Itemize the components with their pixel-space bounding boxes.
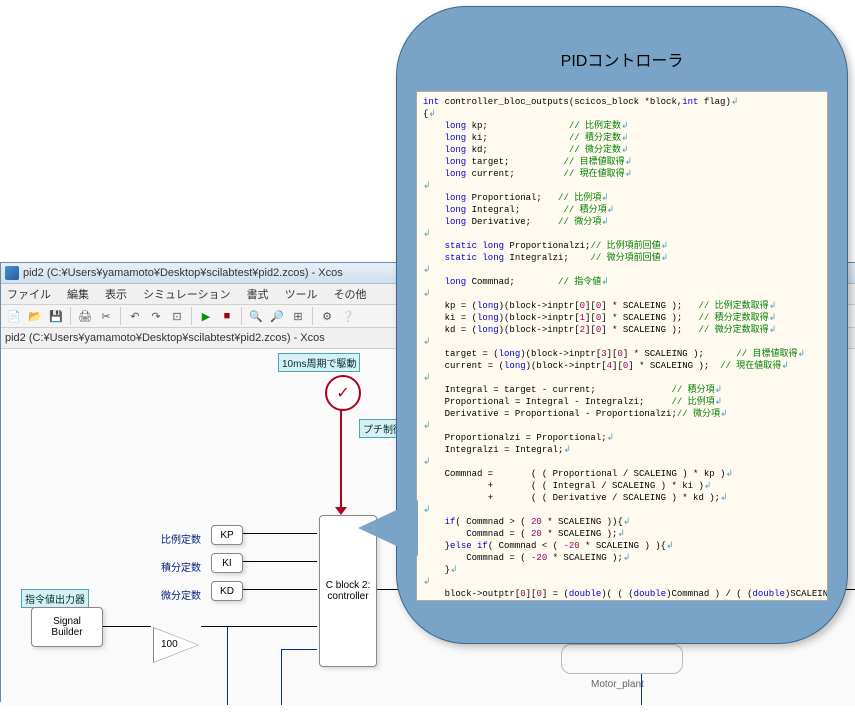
cog-icon[interactable]: ⚙	[318, 307, 336, 325]
ki-value: KI	[222, 558, 231, 569]
code-panel: int controller_bloc_outputs(scicos_block…	[416, 91, 828, 601]
print-icon[interactable]: 🖨	[76, 307, 94, 325]
delete-icon[interactable]: ✂	[97, 307, 115, 325]
motor-plant-block[interactable]	[561, 644, 683, 674]
clock-caption: 10ms周期で駆動	[278, 353, 360, 372]
kd-const-block[interactable]: KD	[211, 581, 243, 601]
menu-format[interactable]: 書式	[243, 284, 273, 304]
menu-view[interactable]: 表示	[101, 284, 131, 304]
gain-value: 100	[161, 639, 178, 650]
separator	[312, 307, 313, 325]
motor-plant-label: Motor_plant	[591, 679, 644, 690]
help-icon[interactable]: ❔	[339, 307, 357, 325]
tab-active[interactable]: pid2 (C:¥Users¥yamamoto¥Desktop¥scilabte…	[5, 332, 325, 344]
ki-wire	[243, 561, 317, 562]
fb-wire-3b	[281, 649, 317, 650]
zoom-out-icon[interactable]: 🔎	[268, 307, 286, 325]
clock-wire	[340, 409, 342, 509]
new-icon[interactable]: 📄	[5, 307, 23, 325]
separator	[191, 307, 192, 325]
undo-icon[interactable]: ↶	[126, 307, 144, 325]
menu-simulation[interactable]: シミュレーション	[139, 284, 235, 304]
ki-label: 積分定数	[161, 559, 201, 574]
separator	[70, 307, 71, 325]
menu-file[interactable]: ファイル	[3, 284, 55, 304]
kp-const-block[interactable]: KP	[211, 525, 243, 545]
save-icon[interactable]: 💾	[47, 307, 65, 325]
kd-label: 微分定数	[161, 587, 201, 602]
fb-wire-1	[227, 626, 228, 705]
kp-value: KP	[220, 530, 233, 541]
kp-wire	[243, 533, 317, 534]
fit-icon[interactable]: ⊡	[168, 307, 186, 325]
zoom-in-icon[interactable]: 🔍	[247, 307, 265, 325]
callout-title: PIDコントローラ	[561, 47, 684, 71]
open-icon[interactable]: 📂	[26, 307, 44, 325]
stop-icon[interactable]: ■	[218, 307, 236, 325]
fb-wire-3	[281, 649, 282, 705]
callout-tail	[358, 500, 418, 556]
menu-edit[interactable]: 編集	[63, 284, 93, 304]
separator	[120, 307, 121, 325]
app-icon	[5, 266, 19, 280]
clock-arrow	[335, 507, 347, 515]
kp-label: 比例定数	[161, 531, 201, 546]
signal-to-gain-wire	[103, 626, 151, 627]
callout-bubble: PIDコントローラ int controller_bloc_outputs(sc…	[396, 6, 848, 644]
menu-tools[interactable]: ツール	[281, 284, 322, 304]
separator	[241, 307, 242, 325]
fb-wire-5	[641, 674, 642, 705]
kd-wire	[243, 589, 317, 590]
gain-to-ctrl-wire	[201, 626, 317, 627]
signal-caption: 指令値出力器	[21, 589, 89, 608]
play-icon[interactable]: ▶	[197, 307, 215, 325]
clock-block[interactable]: ✓	[325, 375, 361, 411]
gain-block[interactable]: 100	[153, 627, 199, 663]
menu-other[interactable]: その他	[330, 284, 371, 304]
redo-icon[interactable]: ↷	[147, 307, 165, 325]
zoom-fit-icon[interactable]: ⊞	[289, 307, 307, 325]
window-title: pid2 (C:¥Users¥yamamoto¥Desktop¥scilabte…	[23, 267, 343, 279]
kd-value: KD	[220, 586, 234, 597]
signal-builder-block[interactable]: Signal Builder	[31, 607, 103, 647]
ki-const-block[interactable]: KI	[211, 553, 243, 573]
